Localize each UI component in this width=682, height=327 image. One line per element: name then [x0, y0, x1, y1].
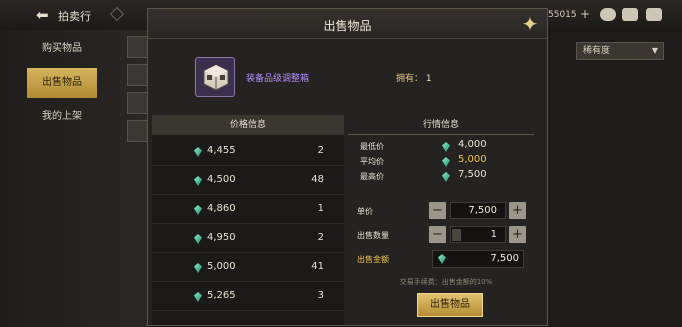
gem-icon: [194, 205, 202, 215]
increase-quantity-button[interactable]: +: [509, 226, 526, 243]
dialog-title: 出售物品: [323, 19, 372, 33]
chevron-down-icon: ▼: [651, 46, 658, 55]
unit-price-label: 单价: [357, 207, 373, 216]
arrow-left-icon[interactable]: ⬅: [36, 7, 52, 23]
market-info-header: 行情信息: [348, 115, 534, 135]
category-button[interactable]: [127, 92, 149, 114]
price-row[interactable]: 4,860 1: [152, 195, 344, 224]
price-value: 4,950: [207, 232, 236, 243]
price-row[interactable]: 4,950 2: [152, 224, 344, 253]
price-quantity: 3: [317, 290, 324, 301]
sell-item-button[interactable]: 出售物品: [417, 293, 483, 317]
price-value: 4,455: [207, 145, 236, 156]
sort-dropdown-value: 稀有度: [583, 46, 611, 56]
currency-amount: 55015: [548, 10, 577, 20]
decrease-price-button[interactable]: −: [429, 202, 446, 219]
tab-my-listings[interactable]: 我的上架: [27, 102, 97, 132]
gem-icon: [442, 172, 450, 182]
price-value: 5,265: [207, 290, 236, 301]
gem-icon: [442, 142, 450, 152]
category-button[interactable]: [127, 120, 149, 142]
close-icon[interactable]: ✦: [519, 13, 541, 35]
gem-icon: [194, 263, 202, 273]
price-value: 5,000: [207, 261, 236, 272]
average-price-label: 平均价: [360, 157, 384, 166]
highest-price-value: 7,500: [458, 169, 487, 180]
price-quantity: 41: [311, 261, 324, 272]
gem-icon: [194, 176, 202, 186]
price-row[interactable]: 5,000 41: [152, 253, 344, 282]
add-currency-icon[interactable]: +: [580, 7, 590, 21]
price-value: 4,860: [207, 203, 236, 214]
highest-price-label: 最高价: [360, 172, 384, 181]
tab-buy[interactable]: 购买物品: [27, 34, 97, 64]
decrease-quantity-button[interactable]: −: [429, 226, 446, 243]
unit-price-input[interactable]: 7,500: [450, 202, 506, 219]
owned-label: 拥有：: [396, 74, 424, 84]
price-value: 4,500: [207, 174, 236, 185]
gem-icon: [194, 234, 202, 244]
price-row[interactable]: 4,500 48: [152, 166, 344, 195]
sort-dropdown[interactable]: 稀有度 ▼: [576, 42, 664, 60]
owned-info: 拥有： 1: [396, 71, 432, 84]
price-quantity: 1: [317, 203, 324, 214]
increase-price-button[interactable]: +: [509, 202, 526, 219]
gem-icon: [442, 157, 450, 167]
page-title: 拍卖行: [58, 10, 91, 23]
price-list: 价格信息 4,455 2 4,500 48 4,860 1 4,950 2 5,…: [152, 115, 344, 325]
price-quantity: 2: [317, 232, 324, 243]
category-button[interactable]: [127, 64, 149, 86]
fee-note: 交易手续费：出售金额的10%: [399, 278, 493, 286]
price-list-header: 价格信息: [152, 115, 344, 135]
gem-icon: [438, 254, 446, 264]
price-row[interactable]: 5,265 3: [152, 282, 344, 311]
gem-icon: [194, 147, 202, 157]
item-slot[interactable]: [195, 57, 235, 97]
total-amount: 7,500: [490, 253, 519, 264]
price-row[interactable]: 4,455 2: [152, 137, 344, 166]
cloud-icon[interactable]: [600, 8, 616, 21]
price-quantity: 48: [311, 174, 324, 185]
mail-icon[interactable]: [622, 8, 638, 21]
dialog-header: 出售物品 ✦: [148, 9, 547, 39]
quantity-label: 出售数量: [357, 231, 389, 240]
total-label: 出售金额: [357, 255, 389, 264]
tab-sell[interactable]: 出售物品: [27, 68, 97, 98]
lowest-price-label: 最低价: [360, 142, 384, 151]
category-button[interactable]: [127, 36, 149, 58]
cube-box-icon: [203, 64, 229, 91]
max-quantity-icon[interactable]: [452, 229, 461, 241]
price-quantity: 2: [317, 145, 324, 156]
right-panel: [548, 30, 682, 327]
average-price-value: 5,000: [458, 154, 487, 165]
gem-icon: [194, 292, 202, 302]
sell-item-dialog: 出售物品 ✦ 装备品级调整箱 拥有： 1 价格信息 4,455 2 4,500 …: [147, 8, 548, 326]
total-amount-field: 7,500: [432, 250, 524, 268]
lowest-price-value: 4,000: [458, 139, 487, 150]
chat-icon[interactable]: [646, 8, 662, 21]
owned-count: 1: [425, 74, 432, 84]
item-name: 装备品级调整箱: [246, 74, 310, 84]
